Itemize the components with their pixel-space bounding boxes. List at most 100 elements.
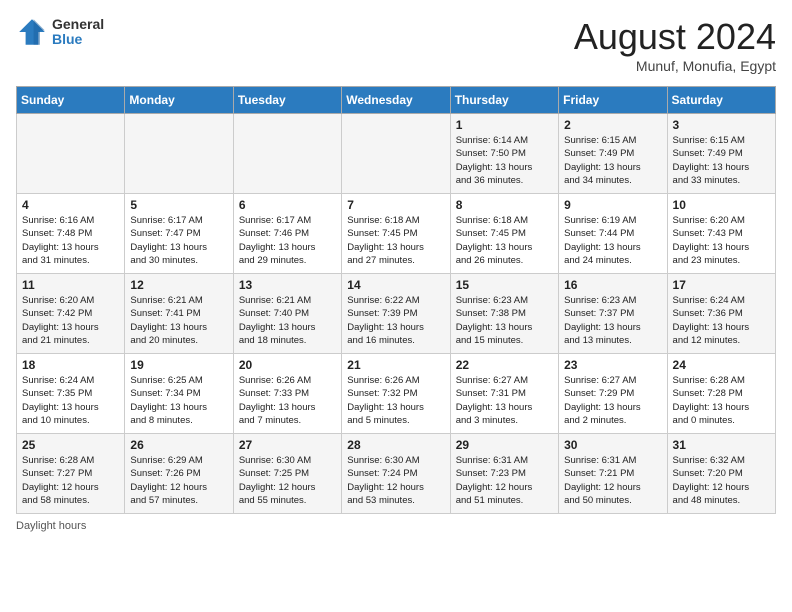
header-day-saturday: Saturday — [667, 87, 775, 114]
day-number: 21 — [347, 358, 444, 372]
day-cell: 26Sunrise: 6:29 AM Sunset: 7:26 PM Dayli… — [125, 434, 233, 514]
day-cell: 2 Sunrise: 6:15 AM Sunset: 7:49 PM Daylig… — [559, 114, 667, 194]
day-info: Sunrise: 6:20 AM Sunset: 7:43 PM Dayligh… — [673, 214, 770, 267]
day-cell: 13 Sunrise: 6:21 AM Sunset: 7:40 PM Dayli… — [233, 274, 341, 354]
day-info: Sunrise: 6:16 AM Sunset: 7:48 PM Dayligh… — [22, 214, 119, 267]
title-block: August 2024 Munuf, Monufia, Egypt — [574, 16, 776, 74]
month-year-title: August 2024 — [574, 16, 776, 58]
day-info: Sunrise: 6:30 AM Sunset: 7:25 PM Dayligh… — [239, 454, 336, 507]
day-info: Sunrise: 6:24 AM Sunset: 7:36 PM Dayligh… — [673, 294, 770, 347]
day-number: 9 — [564, 198, 661, 212]
day-cell: 11Sunrise: 6:20 AM Sunset: 7:42 PM Dayli… — [17, 274, 125, 354]
day-number: 13 — [239, 278, 336, 292]
day-cell: 25Sunrise: 6:28 AM Sunset: 7:27 PM Dayli… — [17, 434, 125, 514]
logo-text: General Blue — [52, 17, 104, 48]
day-cell: 3Sunrise: 6:15 AM Sunset: 7:49 PM Daylig… — [667, 114, 775, 194]
day-info: Sunrise: 6:24 AM Sunset: 7:35 PM Dayligh… — [22, 374, 119, 427]
day-info: Sunrise: 6:27 AM Sunset: 7:29 PM Dayligh… — [564, 374, 661, 427]
day-info: Sunrise: 6:25 AM Sunset: 7:34 PM Dayligh… — [130, 374, 227, 427]
day-cell: 7Sunrise: 6:18 AM Sunset: 7:45 PM Daylig… — [342, 194, 450, 274]
day-number: 18 — [22, 358, 119, 372]
day-cell — [342, 114, 450, 194]
day-cell: 12Sunrise: 6:21 AM Sunset: 7:41 PM Dayli… — [125, 274, 233, 354]
day-info: Sunrise: 6:15 AM Sunset: 7:49 PM Dayligh… — [564, 134, 661, 187]
day-number: 7 — [347, 198, 444, 212]
day-info: Sunrise: 6:31 AM Sunset: 7:21 PM Dayligh… — [564, 454, 661, 507]
logo-blue-text: Blue — [52, 32, 104, 47]
day-cell: 16 Sunrise: 6:23 AM Sunset: 7:37 PM Dayli… — [559, 274, 667, 354]
header-day-wednesday: Wednesday — [342, 87, 450, 114]
day-info: Sunrise: 6:23 AM Sunset: 7:37 PM Dayligh… — [564, 294, 661, 347]
day-info: Sunrise: 6:19 AM Sunset: 7:44 PM Dayligh… — [564, 214, 661, 267]
day-cell: 23 Sunrise: 6:27 AM Sunset: 7:29 PM Dayli… — [559, 354, 667, 434]
day-info: Sunrise: 6:27 AM Sunset: 7:31 PM Dayligh… — [456, 374, 553, 427]
day-number: 20 — [239, 358, 336, 372]
day-cell: 10 Sunrise: 6:20 AM Sunset: 7:43 PM Dayli… — [667, 194, 775, 274]
day-info: Sunrise: 6:21 AM Sunset: 7:41 PM Dayligh… — [130, 294, 227, 347]
day-info: Sunrise: 6:22 AM Sunset: 7:39 PM Dayligh… — [347, 294, 444, 347]
day-info: Sunrise: 6:17 AM Sunset: 7:47 PM Dayligh… — [130, 214, 227, 267]
day-cell: 29 Sunrise: 6:31 AM Sunset: 7:23 PM Dayli… — [450, 434, 558, 514]
day-info: Sunrise: 6:18 AM Sunset: 7:45 PM Dayligh… — [456, 214, 553, 267]
day-number: 22 — [456, 358, 553, 372]
day-cell — [17, 114, 125, 194]
day-number: 28 — [347, 438, 444, 452]
week-row-2: 4 Sunrise: 6:16 AM Sunset: 7:48 PM Daylig… — [17, 194, 776, 274]
day-cell: 31 Sunrise: 6:32 AM Sunset: 7:20 PM Dayli… — [667, 434, 775, 514]
calendar-body: 1Sunrise: 6:14 AM Sunset: 7:50 PM Daylig… — [17, 114, 776, 514]
day-number: 24 — [673, 358, 770, 372]
day-number: 2 — [564, 118, 661, 132]
day-info: Sunrise: 6:28 AM Sunset: 7:27 PM Dayligh… — [22, 454, 119, 507]
day-cell: 4 Sunrise: 6:16 AM Sunset: 7:48 PM Daylig… — [17, 194, 125, 274]
logo-general-text: General — [52, 17, 104, 32]
header-day-monday: Monday — [125, 87, 233, 114]
day-number: 31 — [673, 438, 770, 452]
day-number: 4 — [22, 198, 119, 212]
day-number: 5 — [130, 198, 227, 212]
day-cell: 9 Sunrise: 6:19 AM Sunset: 7:44 PM Daylig… — [559, 194, 667, 274]
day-number: 29 — [456, 438, 553, 452]
week-row-1: 1Sunrise: 6:14 AM Sunset: 7:50 PM Daylig… — [17, 114, 776, 194]
location-subtitle: Munuf, Monufia, Egypt — [574, 58, 776, 74]
calendar-header: SundayMondayTuesdayWednesdayThursdayFrid… — [17, 87, 776, 114]
day-number: 3 — [673, 118, 770, 132]
day-cell: 20Sunrise: 6:26 AM Sunset: 7:33 PM Dayli… — [233, 354, 341, 434]
day-info: Sunrise: 6:30 AM Sunset: 7:24 PM Dayligh… — [347, 454, 444, 507]
day-info: Sunrise: 6:32 AM Sunset: 7:20 PM Dayligh… — [673, 454, 770, 507]
day-number: 30 — [564, 438, 661, 452]
week-row-5: 25Sunrise: 6:28 AM Sunset: 7:27 PM Dayli… — [17, 434, 776, 514]
day-number: 23 — [564, 358, 661, 372]
day-cell: 15Sunrise: 6:23 AM Sunset: 7:38 PM Dayli… — [450, 274, 558, 354]
day-info: Sunrise: 6:31 AM Sunset: 7:23 PM Dayligh… — [456, 454, 553, 507]
day-info: Sunrise: 6:17 AM Sunset: 7:46 PM Dayligh… — [239, 214, 336, 267]
day-number: 16 — [564, 278, 661, 292]
header-day-tuesday: Tuesday — [233, 87, 341, 114]
day-cell: 30 Sunrise: 6:31 AM Sunset: 7:21 PM Dayli… — [559, 434, 667, 514]
day-info: Sunrise: 6:20 AM Sunset: 7:42 PM Dayligh… — [22, 294, 119, 347]
week-row-4: 18 Sunrise: 6:24 AM Sunset: 7:35 PM Dayli… — [17, 354, 776, 434]
day-cell: 24Sunrise: 6:28 AM Sunset: 7:28 PM Dayli… — [667, 354, 775, 434]
day-cell: 21 Sunrise: 6:26 AM Sunset: 7:32 PM Dayli… — [342, 354, 450, 434]
day-number: 8 — [456, 198, 553, 212]
page-header: General Blue August 2024 Munuf, Monufia,… — [16, 16, 776, 74]
day-info: Sunrise: 6:21 AM Sunset: 7:40 PM Dayligh… — [239, 294, 336, 347]
day-cell: 8 Sunrise: 6:18 AM Sunset: 7:45 PM Daylig… — [450, 194, 558, 274]
calendar-table: SundayMondayTuesdayWednesdayThursdayFrid… — [16, 86, 776, 514]
day-cell: 22 Sunrise: 6:27 AM Sunset: 7:31 PM Dayli… — [450, 354, 558, 434]
day-cell: 6 Sunrise: 6:17 AM Sunset: 7:46 PM Daylig… — [233, 194, 341, 274]
day-number: 10 — [673, 198, 770, 212]
header-day-sunday: Sunday — [17, 87, 125, 114]
day-cell: 17Sunrise: 6:24 AM Sunset: 7:36 PM Dayli… — [667, 274, 775, 354]
header-day-thursday: Thursday — [450, 87, 558, 114]
day-number: 6 — [239, 198, 336, 212]
day-cell: 5 Sunrise: 6:17 AM Sunset: 7:47 PM Daylig… — [125, 194, 233, 274]
day-number: 1 — [456, 118, 553, 132]
day-cell: 19Sunrise: 6:25 AM Sunset: 7:34 PM Dayli… — [125, 354, 233, 434]
logo-icon — [16, 16, 48, 48]
logo: General Blue — [16, 16, 104, 48]
day-info: Sunrise: 6:26 AM Sunset: 7:32 PM Dayligh… — [347, 374, 444, 427]
day-number: 14 — [347, 278, 444, 292]
header-day-friday: Friday — [559, 87, 667, 114]
day-number: 15 — [456, 278, 553, 292]
day-info: Sunrise: 6:29 AM Sunset: 7:26 PM Dayligh… — [130, 454, 227, 507]
